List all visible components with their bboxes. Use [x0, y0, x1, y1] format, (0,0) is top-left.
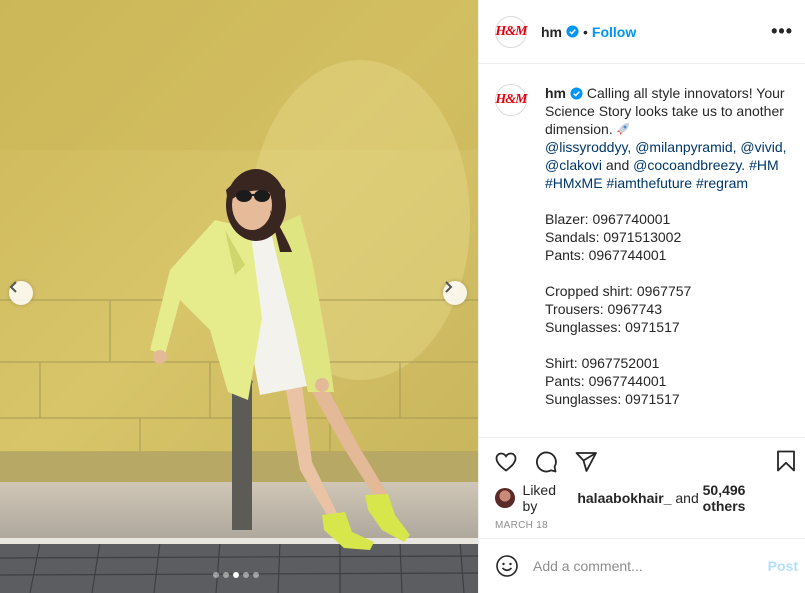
comment-icon [536, 451, 557, 473]
likes-prefix: Liked by [522, 482, 556, 514]
hm-logo: H&M [495, 92, 527, 107]
post-sidebar: H&M hm • Follow ••• H&M hm Calling all s… [478, 0, 805, 593]
carousel-dot [223, 572, 229, 578]
caption-and: and [605, 157, 630, 173]
product-line: Cropped shirt: 0967757 [545, 283, 692, 299]
post-comment-button[interactable]: Post [768, 558, 798, 574]
carousel-next-button[interactable] [443, 281, 467, 305]
avatar[interactable]: H&M [495, 15, 528, 48]
actions-area: Liked by halaabokhair_ and 50,496 others… [479, 437, 805, 531]
share-button[interactable] [573, 449, 599, 475]
chevron-right-icon [445, 281, 453, 293]
product-list: Blazer: 0967740001 Sandals: 0971513002 P… [545, 211, 691, 407]
verified-badge-icon [570, 87, 583, 100]
product-line: Sandals: 0971513002 [545, 229, 682, 245]
hm-logo: H&M [495, 23, 527, 39]
carousel-indicator [213, 572, 259, 578]
product-line: Trousers: 0967743 [545, 301, 662, 317]
verified-badge-icon [566, 25, 579, 38]
comment-button[interactable] [533, 449, 559, 475]
emoji-button[interactable] [493, 552, 521, 580]
smiley-icon [496, 555, 518, 577]
follow-button[interactable]: Follow [592, 24, 636, 40]
product-line: Shirt: 0967752001 [545, 355, 660, 371]
caption-text: hm Calling all style innovators! Your Sc… [545, 84, 795, 408]
likes-summary: Liked by halaabokhair_ and 50,496 others [479, 482, 805, 514]
product-line: Pants: 0967744001 [545, 247, 667, 263]
post-header: H&M hm • Follow ••• [479, 0, 805, 64]
carousel-prev-button[interactable] [9, 281, 33, 305]
post-photo[interactable] [0, 0, 478, 593]
caption: H&M hm Calling all style innovators! You… [495, 84, 795, 408]
more-options-icon[interactable]: ••• [771, 22, 793, 40]
rocket-emoji-icon [616, 123, 629, 135]
caption-avatar[interactable]: H&M [495, 84, 528, 116]
product-line: Sunglasses: 0971517 [545, 319, 680, 335]
comment-input[interactable] [533, 558, 753, 574]
product-line: Sunglasses: 0971517 [545, 391, 680, 407]
carousel-dot [233, 572, 239, 578]
liker-avatar[interactable] [495, 488, 515, 508]
liker-username[interactable]: halaabokhair_ [577, 490, 671, 506]
likes-and: and [675, 490, 699, 506]
chevron-left-icon [9, 281, 17, 293]
carousel-dot [253, 572, 259, 578]
like-button[interactable] [493, 449, 519, 475]
separator-dot: • [583, 23, 588, 40]
caption-mention-last[interactable]: @cocoandbreezy. [633, 157, 745, 173]
post-date[interactable]: MARCH 18 [479, 520, 805, 531]
heart-icon [495, 452, 517, 472]
bookmark-icon [777, 450, 795, 472]
carousel-dot [213, 572, 219, 578]
photo-scene [0, 0, 478, 593]
username-link[interactable]: hm [541, 24, 562, 40]
product-line: Pants: 0967744001 [545, 373, 667, 389]
send-icon [575, 452, 597, 472]
caption-username[interactable]: hm [545, 85, 566, 101]
save-button[interactable] [774, 449, 798, 478]
comment-bar: Post [479, 538, 805, 593]
likes-count[interactable]: 50,496 others [703, 482, 790, 514]
product-line: Blazer: 0967740001 [545, 211, 671, 227]
action-bar [479, 438, 805, 486]
carousel-dot [243, 572, 249, 578]
